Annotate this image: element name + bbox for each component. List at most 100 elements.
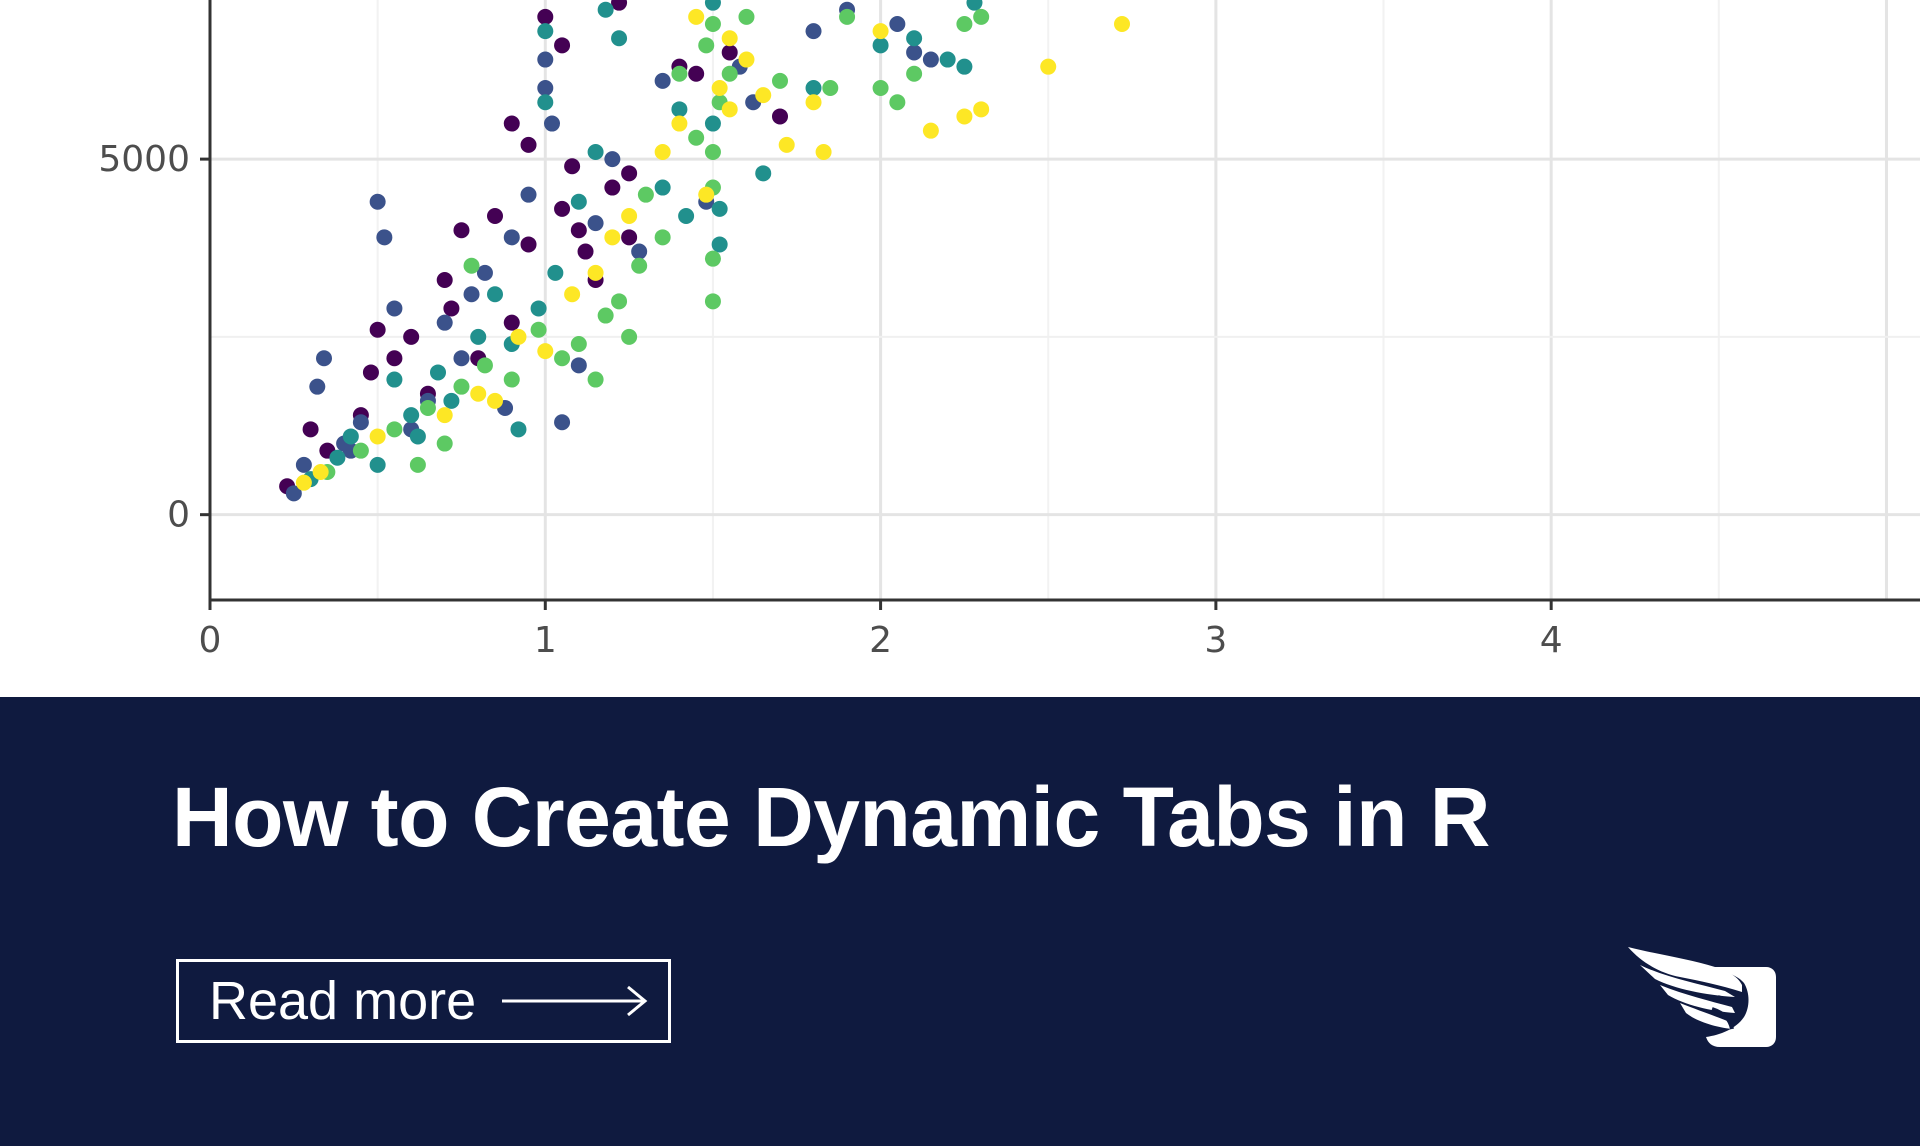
scatter-point — [956, 108, 973, 125]
scatter-point — [839, 8, 856, 25]
scatter-point — [409, 428, 426, 445]
scatter-point — [721, 30, 738, 47]
scatter-point — [564, 158, 581, 175]
scatter-point — [671, 65, 688, 82]
scatter-point — [386, 350, 403, 367]
scatter-point — [537, 343, 554, 360]
scatter-point — [906, 44, 923, 61]
scatter-point — [564, 286, 581, 303]
scatter-point — [822, 80, 839, 96]
scatter-point — [342, 428, 359, 445]
scatter-point — [386, 300, 403, 317]
scatter-point — [544, 115, 560, 132]
scatter-point — [352, 442, 369, 459]
scatter-point — [654, 144, 671, 160]
scatter-point — [386, 371, 403, 388]
scatter-point — [453, 378, 470, 395]
scatter-point — [309, 378, 326, 395]
scatter-point — [597, 307, 614, 324]
scatter-point — [711, 236, 728, 253]
scatter-point — [537, 8, 554, 25]
scatter-point — [1114, 16, 1130, 32]
scatter-point — [738, 51, 755, 68]
scatter-point — [570, 222, 587, 239]
scatter-point — [409, 456, 426, 473]
read-more-label: Read more — [209, 971, 477, 1031]
scatter-point — [704, 115, 721, 132]
scatter-point — [637, 186, 654, 203]
scatter-point — [604, 151, 621, 168]
scatter-point — [711, 200, 728, 217]
x-tick-label: 3 — [1204, 620, 1227, 661]
scatter-point — [443, 300, 460, 317]
scatter-point — [577, 243, 594, 260]
x-tick-label: 2 — [869, 620, 892, 661]
scatter-point — [772, 108, 788, 125]
scatter-point — [570, 336, 587, 352]
scatter-point — [815, 144, 832, 160]
scatter-point — [939, 51, 956, 68]
scatter-point — [778, 136, 795, 153]
scatter-chart-svg: 0 1 2 3 4 0 5000 — [98, 0, 1920, 661]
read-more-button[interactable]: Read more — [176, 959, 671, 1043]
scatter-point — [386, 421, 403, 438]
scatter-point — [403, 328, 420, 345]
scatter-point — [611, 30, 628, 47]
scatter-point — [436, 272, 453, 288]
scatter-point — [312, 464, 329, 480]
scatter-point — [369, 428, 386, 445]
scatter-point — [554, 350, 571, 367]
scatter-point — [554, 414, 571, 431]
scatter-point — [805, 80, 822, 96]
scatter-point — [443, 392, 460, 409]
x-tick-label: 4 — [1540, 620, 1563, 661]
scatter-point — [604, 179, 621, 196]
scatter-point — [537, 23, 554, 40]
scatter-point — [537, 80, 554, 96]
scatter-point — [872, 23, 889, 40]
scatter-point — [520, 236, 537, 253]
scatter-point — [973, 8, 990, 25]
scatter-point — [503, 115, 520, 132]
scatter-point — [631, 257, 648, 274]
scatter-point — [587, 264, 604, 281]
scatter-point — [403, 407, 420, 424]
scatter-point — [922, 51, 939, 68]
scatter-point — [956, 16, 973, 32]
scatter-point — [329, 449, 346, 466]
scatter-point — [621, 165, 638, 182]
scatter-point — [476, 357, 493, 374]
scatter-point — [604, 229, 621, 246]
scatter-point — [621, 208, 638, 224]
scatter-point — [570, 193, 587, 210]
scatter-point — [805, 94, 822, 111]
scatter-point — [721, 44, 738, 61]
scatter-point — [704, 293, 721, 310]
scatter-point — [463, 286, 480, 303]
scatter-point — [704, 144, 721, 160]
scatter-point — [671, 101, 688, 118]
scatter-point — [671, 115, 688, 132]
scatter-point — [755, 87, 772, 104]
scatter-point — [503, 371, 520, 388]
scatter-point — [973, 101, 990, 118]
scatter-point — [755, 165, 772, 182]
scatter-point — [436, 407, 453, 424]
scatter-point — [419, 400, 436, 416]
scatter-point — [547, 264, 564, 281]
scatter-point — [362, 364, 379, 381]
scatter-point — [470, 385, 487, 402]
scatter-point — [453, 222, 470, 239]
scatter-point — [537, 94, 554, 111]
scatter-point — [678, 208, 695, 224]
scatter-point — [587, 215, 604, 232]
scatter-point — [654, 229, 671, 246]
scatter-point — [889, 94, 906, 111]
scatter-point — [470, 328, 487, 345]
scatter-point — [611, 293, 628, 310]
scatter-point — [436, 435, 453, 452]
scatter-point — [510, 421, 527, 438]
scatter-point — [570, 357, 587, 374]
scatter-point — [436, 314, 453, 331]
scatter-point — [621, 229, 638, 246]
